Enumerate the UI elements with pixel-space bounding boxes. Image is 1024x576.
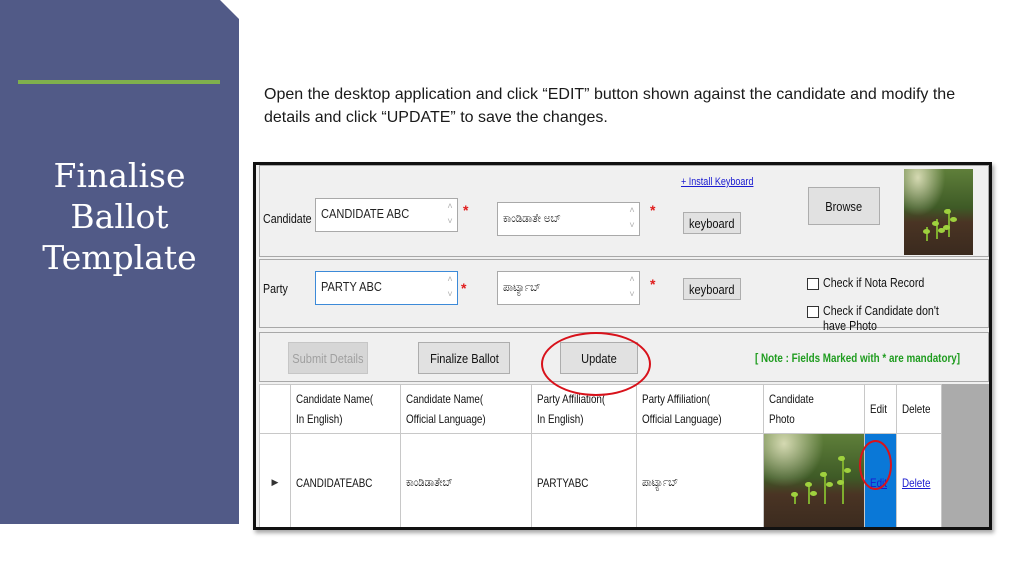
- candidate-english-input[interactable]: CANDIDATE ABC ˄ ˅: [315, 198, 458, 232]
- no-photo-checkbox-label[interactable]: Check if Candidate don't have Photo: [823, 303, 958, 333]
- cell-candidate-photo: [763, 433, 865, 527]
- scroll-arrows-icon[interactable]: ˄ ˅: [625, 203, 639, 235]
- cell-candidate-official: ಕಾಂಡಿಡಾತೇಬ್: [400, 433, 532, 527]
- party-label: Party: [263, 281, 288, 296]
- install-keyboard-link[interactable]: + Install Keyboard: [681, 176, 753, 188]
- candidate-official-value: ಕಾಂಡಿಡಾತೇ ಅಬ್: [503, 211, 561, 225]
- cell-party-english: PARTYABC: [531, 433, 637, 527]
- update-highlight-circle: [541, 332, 651, 396]
- scroll-arrows-icon[interactable]: ˄ ˅: [625, 272, 639, 304]
- slide-sidebar: Finalise Ballot Template: [0, 0, 239, 524]
- column-header[interactable]: Party Affiliation(Official Language): [636, 384, 764, 434]
- candidate-photo-thumbnail: [764, 434, 864, 527]
- candidate-english-value: CANDIDATE ABC: [321, 206, 410, 221]
- party-keyboard-button[interactable]: keyboard: [683, 278, 741, 300]
- column-header[interactable]: Candidate Photo: [763, 384, 865, 434]
- party-english-input[interactable]: PARTY ABC ˄ ˅: [315, 271, 458, 305]
- cell-party-official: ಪಾರ್ಟ್ಯಾಬ್: [636, 433, 764, 527]
- scroll-arrows-icon[interactable]: ˄ ˅: [443, 272, 457, 304]
- candidate-official-input[interactable]: ಕಾಂಡಿಡಾತೇ ಅಬ್ ˄ ˅: [497, 202, 640, 236]
- browse-button[interactable]: Browse: [808, 187, 880, 225]
- cell-delete: Delete: [895, 433, 943, 527]
- party-english-value: PARTY ABC: [321, 279, 382, 294]
- required-asterisk: *: [463, 202, 469, 218]
- accent-divider: [18, 80, 220, 84]
- app-window: Candidate CANDIDATE ABC ˄ ˅ * ಕಾಂಡಿಡಾತೇ ಅ…: [253, 162, 992, 530]
- nota-checkbox-label[interactable]: Check if Nota Record: [823, 275, 924, 290]
- table-row[interactable]: ▶ CANDIDATEABC ಕಾಂಡಿಡಾತೇಬ್ PARTYABC ಪಾರ್…: [259, 433, 943, 527]
- mandatory-note: [ Note : Fields Marked with * are mandat…: [755, 351, 961, 365]
- slide-title-line-3: Template: [42, 238, 197, 277]
- candidate-label: Candidate: [263, 211, 312, 226]
- instructions-text: Open the desktop application and click “…: [264, 86, 956, 126]
- delete-link[interactable]: Delete: [902, 476, 930, 490]
- slide-title: Finalise Ballot Template: [0, 155, 239, 278]
- required-asterisk: *: [650, 276, 656, 292]
- column-header[interactable]: Candidate Name(Official Language): [400, 384, 532, 434]
- nota-checkbox[interactable]: [807, 278, 819, 290]
- column-header[interactable]: Edit: [864, 384, 897, 434]
- row-selector-icon[interactable]: ▶: [259, 433, 291, 527]
- finalize-ballot-button[interactable]: Finalize Ballot: [418, 342, 510, 374]
- candidate-keyboard-button[interactable]: keyboard: [683, 212, 741, 234]
- party-official-input[interactable]: ಪಾರ್ಟ್ಯಾಬ್ ˄ ˅: [497, 271, 640, 305]
- edit-highlight-circle: [859, 440, 892, 490]
- no-photo-checkbox[interactable]: [807, 306, 819, 318]
- slide-title-line-2: Ballot: [70, 197, 169, 236]
- required-asterisk: *: [461, 280, 467, 296]
- party-panel: Party PARTY ABC ˄ ˅ * ಪಾರ್ಟ್ಯಾಬ್ ˄ ˅ * key…: [259, 259, 989, 333]
- scroll-arrows-icon[interactable]: ˄ ˅: [443, 199, 457, 231]
- slide-title-line-1: Finalise: [53, 156, 186, 195]
- submit-details-button[interactable]: Submit Details: [288, 342, 368, 374]
- candidate-panel: Candidate CANDIDATE ABC ˄ ˅ * ಕಾಂಡಿಡಾತೇ ಅ…: [259, 165, 989, 257]
- required-asterisk: *: [650, 202, 656, 218]
- candidate-photo-preview: [904, 169, 973, 255]
- column-header[interactable]: Candidate Name(In English): [290, 384, 401, 434]
- cell-candidate-english: CANDIDATEABC: [290, 433, 401, 527]
- row-header-column: [259, 384, 291, 434]
- candidates-table: Candidate Name(In English) Candidate Nam…: [259, 384, 943, 527]
- party-official-value: ಪಾರ್ಟ್ಯಾಬ್: [503, 280, 541, 294]
- column-header[interactable]: Delete: [895, 384, 943, 434]
